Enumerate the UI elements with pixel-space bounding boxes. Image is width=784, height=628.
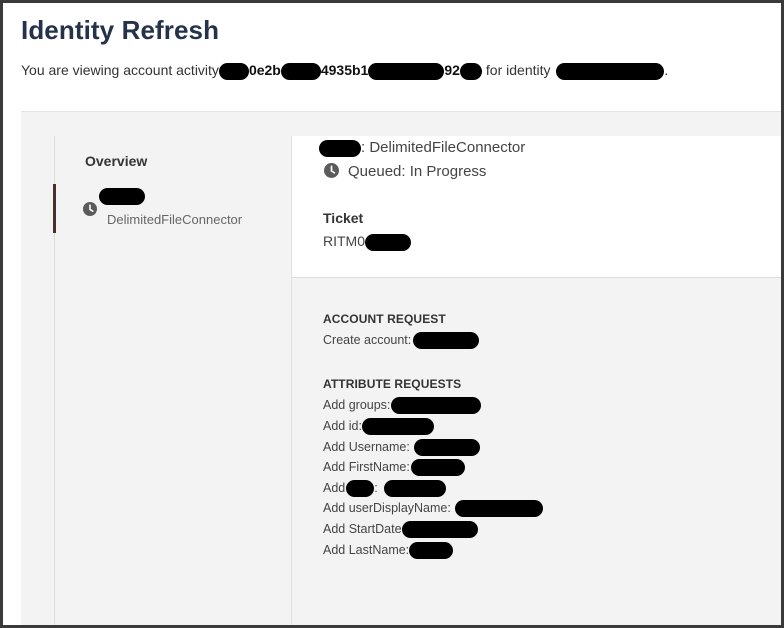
redacted-block (459, 62, 482, 80)
redacted-block (410, 459, 465, 477)
detail-section-divider (292, 277, 781, 278)
redacted-block (319, 139, 361, 157)
attribute-request-item: Add groups: (323, 396, 482, 415)
redacted-block (218, 62, 249, 80)
ticket-value: RITM0 (323, 233, 411, 251)
page-title: Identity Refresh (21, 15, 220, 45)
redacted-block (413, 439, 480, 457)
redacted-block (413, 332, 480, 350)
subtitle-prefix: You are viewing account activity (21, 62, 219, 78)
redacted-block (365, 233, 411, 251)
detail-summary (292, 136, 781, 277)
account-id-fragment: 92 (444, 62, 460, 78)
redacted-block (361, 418, 434, 436)
redacted-block (368, 62, 445, 80)
account-request-heading: ACCOUNT REQUEST (323, 312, 446, 326)
connector-label: : DelimitedFileConnector (361, 139, 526, 156)
activity-panel: Overview DelimitedFileConnector : Delimi… (21, 111, 781, 625)
redacted-block (409, 542, 454, 560)
account-request-line: Create account: (323, 331, 480, 350)
redacted-block (346, 480, 375, 498)
account-id-fragment: 0e2b (248, 62, 281, 78)
attribute-request-item: Add id: (323, 417, 434, 436)
nav-active-indicator (53, 184, 56, 233)
status-label: Queued: In Progress (348, 163, 487, 180)
app-window: Identity Refresh You are viewing account… (0, 0, 784, 628)
clock-icon (324, 163, 339, 178)
subtitle-end: . (664, 62, 669, 78)
redacted-block (280, 62, 321, 80)
redacted-block (454, 500, 543, 518)
page-subtitle: You are viewing account activity 0e2b 4935… (21, 60, 668, 80)
clock-icon (83, 202, 97, 216)
status-line: Queued: In Progress (324, 163, 486, 180)
account-id-fragment: 4935b1 (320, 62, 369, 78)
nav-item-activity[interactable] (99, 188, 145, 206)
ticket-prefix: RITM0 (323, 233, 365, 249)
attribute-request-item: Add Username: (323, 438, 480, 457)
attribute-request-item: Add LastName: (323, 541, 454, 560)
nav-item-subtitle: DelimitedFileConnector (107, 212, 243, 227)
attribute-requests-heading: ATTRIBUTE REQUESTS (323, 377, 462, 391)
redacted-block (99, 188, 145, 206)
redacted-identity (556, 62, 665, 80)
subtitle-middle: for identity (485, 62, 551, 78)
redacted-block (401, 521, 478, 539)
attribute-request-item: Add userDisplayName: (323, 499, 543, 518)
attribute-request-item: Add StartDate (323, 520, 478, 539)
connector-line: : DelimitedFileConnector (319, 139, 525, 157)
redacted-block (391, 397, 482, 415)
redacted-block (383, 480, 446, 498)
attribute-request-item: Add: (323, 479, 446, 498)
ticket-heading: Ticket (323, 210, 364, 226)
nav-item-overview[interactable]: Overview (85, 153, 147, 169)
attribute-request-item: Add FirstName: (323, 458, 465, 477)
